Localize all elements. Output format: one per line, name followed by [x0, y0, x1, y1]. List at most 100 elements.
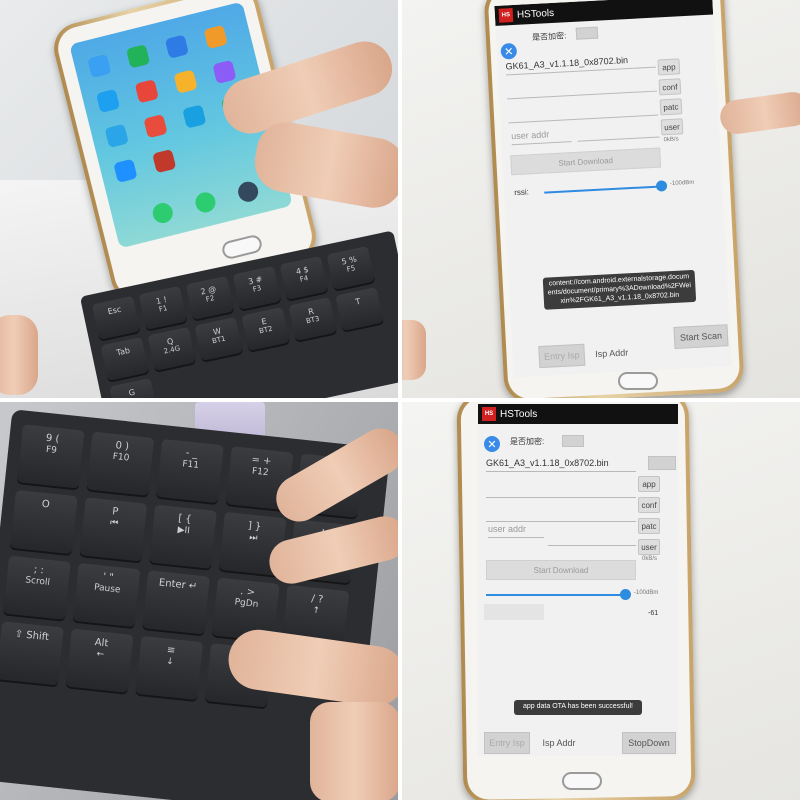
- app-icon-9[interactable]: [104, 123, 129, 148]
- app-icon-7[interactable]: [173, 69, 198, 94]
- home-button[interactable]: [562, 772, 602, 790]
- user-value-field[interactable]: [576, 123, 660, 142]
- camera-icon[interactable]: [236, 179, 261, 204]
- keycap[interactable]: P ⏮: [79, 497, 148, 562]
- keycap[interactable]: [ {▶II: [149, 504, 217, 569]
- keycap[interactable]: W BT1: [194, 316, 243, 361]
- photo-panel-home-screen: Esc 1 ! F1 2 @ F2 3 # F3 4 $ F4 5 % F5 Tab Q 2.4G W BT1…: [0, 0, 398, 398]
- keycap[interactable]: Alt ←: [65, 628, 134, 693]
- keycap[interactable]: ; : Scroll: [3, 555, 71, 620]
- app-icon-3[interactable]: [164, 34, 190, 59]
- app-button[interactable]: app: [638, 476, 660, 492]
- extra-toggle[interactable]: [648, 456, 676, 470]
- hand-finger: [718, 89, 800, 137]
- hstools-icon[interactable]: [152, 149, 177, 174]
- collage: Esc 1 ! F1 2 @ F2 3 # F3 4 $ F4 5 % F5 Tab Q 2.4G W BT1…: [0, 0, 800, 800]
- keycap[interactable]: 4 $ F4: [279, 255, 329, 300]
- encrypt-toggle[interactable]: [562, 435, 584, 447]
- app-icon-6[interactable]: [134, 79, 159, 104]
- keycap-legend: Tab: [115, 345, 131, 358]
- photo-panel-hstools-success: HS HSTools ✕ 是否加密: GK61_A3_v1.1.18_0x870…: [402, 402, 800, 800]
- messages-icon[interactable]: [193, 190, 218, 215]
- conf-path-field[interactable]: [486, 484, 636, 498]
- rssi-slider-thumb[interactable]: [620, 589, 631, 600]
- bluetooth-icon[interactable]: ✕: [484, 436, 500, 452]
- conf-path-field[interactable]: [506, 77, 658, 100]
- keycap-legend: ⇧ Shift: [14, 628, 50, 644]
- hstools-screen: HS HSTools ✕ 是否加密: GK61_A3_v1.1.18_0x870…: [494, 0, 732, 378]
- patch-path-field[interactable]: [486, 508, 636, 522]
- isp-addr-field[interactable]: Isp Addr: [534, 732, 584, 754]
- keycap[interactable]: ⇧ Shift: [0, 621, 64, 686]
- patc-button[interactable]: patc: [638, 518, 660, 534]
- app-icon-10[interactable]: [143, 114, 168, 139]
- keycap[interactable]: ' " Pause: [72, 562, 141, 628]
- device-entry[interactable]: [484, 604, 544, 620]
- keycap-legend: G: [127, 387, 136, 398]
- keycap[interactable]: R BT3: [288, 297, 337, 341]
- user-value-field[interactable]: [548, 532, 636, 546]
- app-icon-4[interactable]: [203, 24, 228, 50]
- user-addr-field[interactable]: user addr: [510, 128, 572, 146]
- app-icon-13[interactable]: [113, 158, 138, 183]
- app-icon-2[interactable]: [125, 44, 151, 69]
- encrypt-label: 是否加密:: [510, 437, 545, 446]
- toast-message: app data OTA has been successful!: [514, 700, 642, 715]
- entry-isp-button[interactable]: Entry Isp: [484, 732, 530, 754]
- start-download-button[interactable]: Start Download: [486, 560, 636, 580]
- user-button[interactable]: user: [660, 118, 684, 136]
- app-title: HSTools: [500, 408, 538, 420]
- user-addr-field[interactable]: user addr: [488, 524, 544, 538]
- keycap[interactable]: Tab: [100, 336, 150, 381]
- encrypt-label: 是否加密:: [531, 31, 567, 43]
- file-path-field[interactable]: GK61_A3_v1.1.18_0x8702.bin: [486, 458, 636, 472]
- keycap[interactable]: Esc: [91, 295, 141, 340]
- isp-addr-field[interactable]: Isp Addr: [586, 341, 637, 366]
- rssi-slider-thumb[interactable]: [655, 180, 668, 192]
- hstools-screen: HS HSTools ✕ 是否加密: GK61_A3_v1.1.18_0x870…: [478, 404, 678, 756]
- app-icon-8[interactable]: [212, 59, 237, 85]
- app-button[interactable]: app: [657, 58, 681, 76]
- file-path-field[interactable]: GK61_A3_v1.1.18_0x8702.bin: [505, 53, 656, 76]
- hand-thumb: [0, 315, 38, 395]
- phone-icon[interactable]: [150, 200, 175, 226]
- keycap[interactable]: - _ F11: [156, 438, 224, 504]
- keycap[interactable]: Q 2.4G: [147, 326, 197, 371]
- app-icon-1[interactable]: [87, 53, 112, 79]
- app-title: HSTools: [516, 7, 555, 21]
- home-button[interactable]: [618, 372, 658, 390]
- patc-button[interactable]: patc: [659, 98, 683, 116]
- keycap-legend: O: [41, 498, 51, 511]
- patch-path-field[interactable]: [507, 101, 659, 124]
- start-download-button[interactable]: Start Download: [510, 147, 662, 176]
- rssi-slider-track[interactable]: [486, 594, 626, 596]
- keycap[interactable]: 9 (F9: [16, 424, 85, 489]
- app-icon-5[interactable]: [95, 88, 121, 114]
- rssi-slider-track[interactable]: [544, 185, 665, 194]
- keycap[interactable]: 0 ) F10: [86, 431, 155, 496]
- keycap[interactable]: 1 ! F1: [138, 285, 188, 330]
- bluetooth-icon[interactable]: ✕: [500, 42, 518, 60]
- keycap[interactable]: T: [335, 287, 384, 332]
- keycap[interactable]: Enter ↵: [142, 570, 211, 635]
- encrypt-toggle[interactable]: [575, 26, 599, 40]
- rssi-label: rssi:: [513, 187, 530, 198]
- rssi-value: -100dBm: [669, 179, 695, 188]
- user-button[interactable]: user: [638, 539, 660, 555]
- stop-download-button[interactable]: StopDown: [622, 732, 676, 754]
- start-scan-button[interactable]: Start Scan: [673, 324, 729, 349]
- entry-isp-button[interactable]: Entry Isp: [538, 343, 586, 369]
- keycap[interactable]: ≡ ↓: [135, 635, 204, 701]
- keycap[interactable]: G: [109, 378, 158, 398]
- keycap[interactable]: 2 @ F2: [185, 275, 235, 320]
- keycap[interactable]: E BT2: [241, 307, 290, 351]
- keycap[interactable]: O: [9, 489, 78, 555]
- conf-button[interactable]: conf: [658, 78, 682, 96]
- hstools-logo-icon: HS: [498, 8, 514, 23]
- app-icon-11[interactable]: [182, 104, 207, 129]
- keycap[interactable]: 5 % F5: [326, 245, 376, 290]
- conf-button[interactable]: conf: [638, 497, 660, 513]
- keycap[interactable]: 3 # F3: [232, 265, 282, 310]
- keycap-legend: T: [354, 296, 362, 307]
- keycap-legend: Enter ↵: [158, 577, 198, 593]
